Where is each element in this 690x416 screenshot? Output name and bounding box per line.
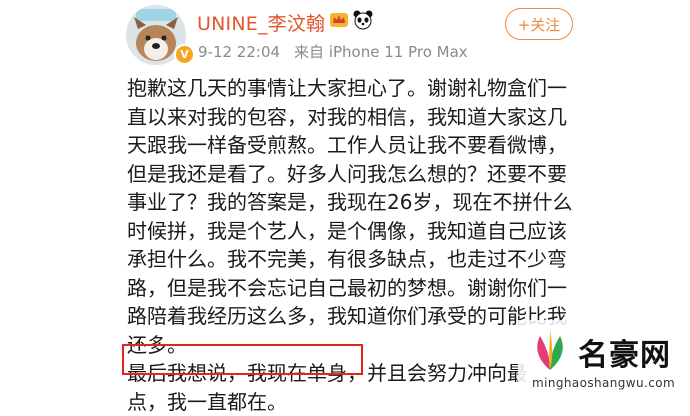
post-line: 时候拼，我是个艺人，是个偶像，我知道自己应该: [127, 217, 687, 246]
follow-button[interactable]: +关注: [505, 8, 573, 40]
watermark-url: minghaoshangwu.com: [532, 376, 675, 390]
continued-text: ，并且会努力冲向最: [347, 361, 527, 385]
watermark-name: 名豪网: [578, 330, 671, 374]
leaf-logo-icon: [528, 328, 572, 372]
post-line: 路，但是我不会忘记自己最初的梦想。谢谢你们一: [127, 274, 687, 303]
watermark: 名豪网 minghaoshangwu.com: [518, 320, 690, 400]
post-line: 但是我还是看了。好多人问我怎么想的？还要不要: [127, 160, 687, 189]
username[interactable]: UNINE_李汶翰: [197, 9, 325, 36]
post-time: 9-12 22:04: [198, 43, 280, 61]
highlight-box: [122, 344, 363, 375]
verified-badge-icon: V: [174, 44, 195, 65]
panda-icon: [353, 10, 373, 30]
post-line: 事业了？我的答案是，我现在26岁，现在不拼什么: [127, 188, 687, 217]
post-line: 天跟我一样备受煎熬。工作人员让我不要看微博，: [127, 131, 687, 160]
post-line: 抱歉这几天的事情让大家担心了。谢谢礼物盒们一: [127, 74, 687, 103]
post-source[interactable]: 来自 iPhone 11 Pro Max: [294, 43, 468, 61]
post-meta: 9-12 22:04 来自 iPhone 11 Pro Max: [198, 41, 468, 62]
crown-icon: [329, 11, 349, 29]
post-line: 直以来对我的包容，对我的相信，我知道大家这几: [127, 103, 687, 132]
post-line: 承担什么。我不完美，有很多缺点，也走过不少弯: [127, 245, 687, 274]
